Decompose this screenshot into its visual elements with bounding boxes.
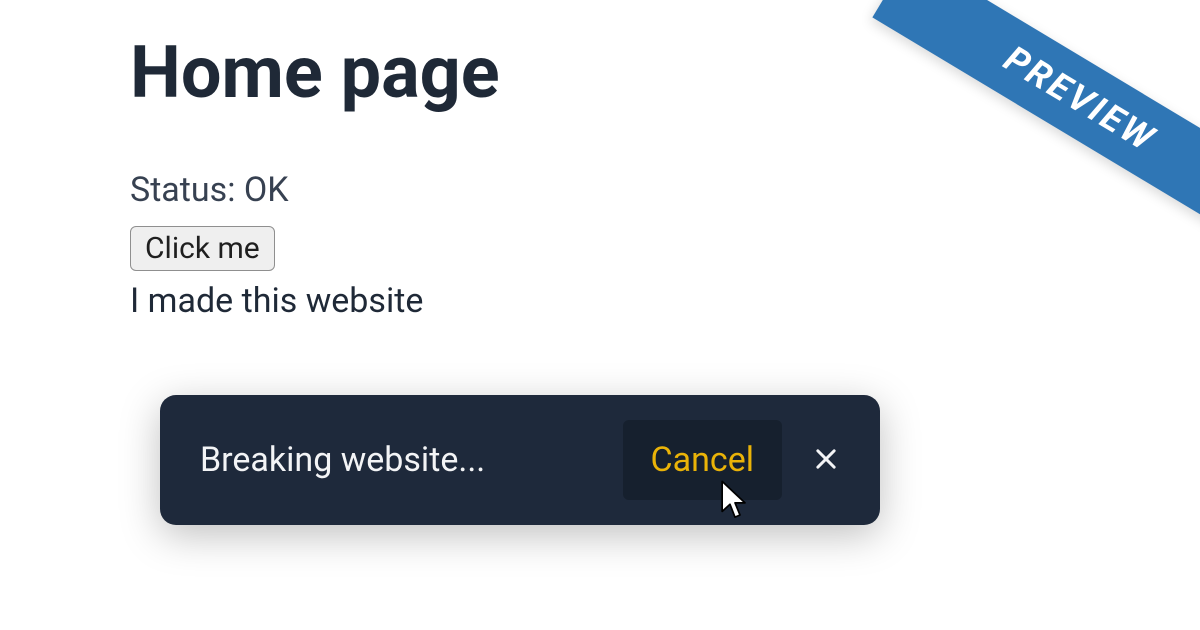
toast-message: Breaking website... bbox=[200, 440, 623, 480]
close-icon bbox=[812, 445, 840, 476]
footer-text: I made this website bbox=[130, 281, 1070, 321]
close-button[interactable] bbox=[802, 435, 850, 486]
toast-notification: Breaking website... Cancel bbox=[160, 395, 880, 525]
status-text: Status: OK bbox=[130, 170, 1070, 210]
cancel-button[interactable]: Cancel bbox=[623, 420, 783, 500]
click-me-button[interactable]: Click me bbox=[130, 226, 275, 271]
